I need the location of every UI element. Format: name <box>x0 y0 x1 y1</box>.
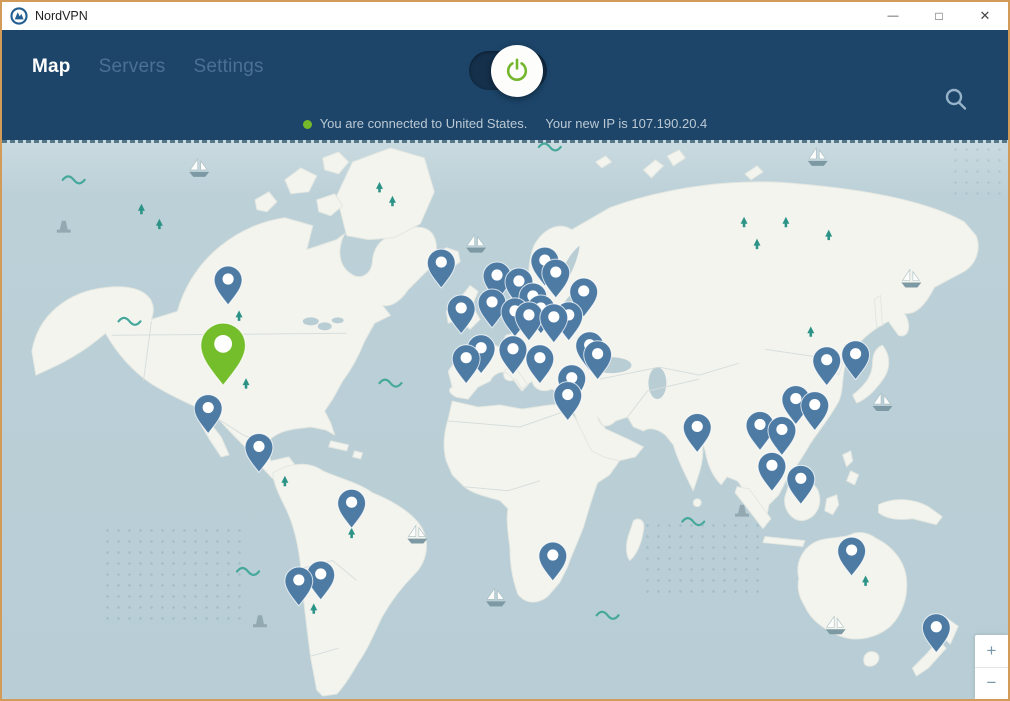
wave-icon <box>539 143 561 150</box>
connection-status: You are connected to United States. Your … <box>2 116 1008 131</box>
tab-settings[interactable]: Settings <box>193 56 263 78</box>
tree-icon <box>138 204 145 214</box>
nav-links: Map Servers Settings <box>32 56 264 78</box>
connected-dot-icon <box>303 120 312 129</box>
wave-icon <box>597 612 619 619</box>
zoom-out-button[interactable]: − <box>975 668 1008 700</box>
map-pin[interactable] <box>427 249 455 288</box>
sailboat-icon <box>808 148 828 166</box>
minimize-button[interactable]: — <box>870 2 916 30</box>
close-button[interactable]: ✕ <box>962 2 1008 30</box>
status-text: You are connected to United States. <box>320 116 528 131</box>
power-button[interactable] <box>491 45 543 97</box>
nordvpn-logo-icon <box>10 7 28 25</box>
status-ip-text: Your new IP is 107.190.20.4 <box>545 116 707 131</box>
nav-bar: Map Servers Settings You are connected t… <box>2 30 1008 140</box>
tab-servers[interactable]: Servers <box>99 56 166 78</box>
wave-icon <box>379 380 401 387</box>
map-top-edge <box>2 140 1008 143</box>
search-icon[interactable] <box>943 87 969 113</box>
world-map-land <box>32 148 978 696</box>
map-zoom-control: + − <box>975 635 1008 699</box>
tab-map[interactable]: Map <box>32 56 71 78</box>
wave-icon <box>682 518 704 525</box>
wave-icon <box>63 176 85 183</box>
world-map[interactable]: + − <box>2 140 1008 699</box>
sailboat-icon <box>486 588 506 606</box>
maximize-button[interactable]: □ <box>916 2 962 30</box>
sailboat-icon <box>189 159 209 177</box>
map-pin[interactable] <box>194 395 222 434</box>
wave-icon <box>237 568 259 575</box>
app-window: NordVPN — □ ✕ Map Servers Settings You a… <box>0 0 1010 701</box>
sailboat-icon <box>873 393 893 411</box>
landmark-icon <box>57 221 71 233</box>
window-title: NordVPN <box>35 9 88 23</box>
zoom-in-button[interactable]: + <box>975 635 1008 668</box>
map-pin[interactable] <box>922 614 950 653</box>
tree-icon <box>156 219 163 229</box>
titlebar: NordVPN — □ ✕ <box>2 2 1008 30</box>
power-icon <box>504 58 530 84</box>
sailboat-icon <box>466 235 486 253</box>
world-map-canvas[interactable] <box>2 140 1008 699</box>
map-pin[interactable] <box>842 341 870 380</box>
landmark-icon <box>253 615 267 627</box>
window-controls: — □ ✕ <box>870 2 1008 30</box>
